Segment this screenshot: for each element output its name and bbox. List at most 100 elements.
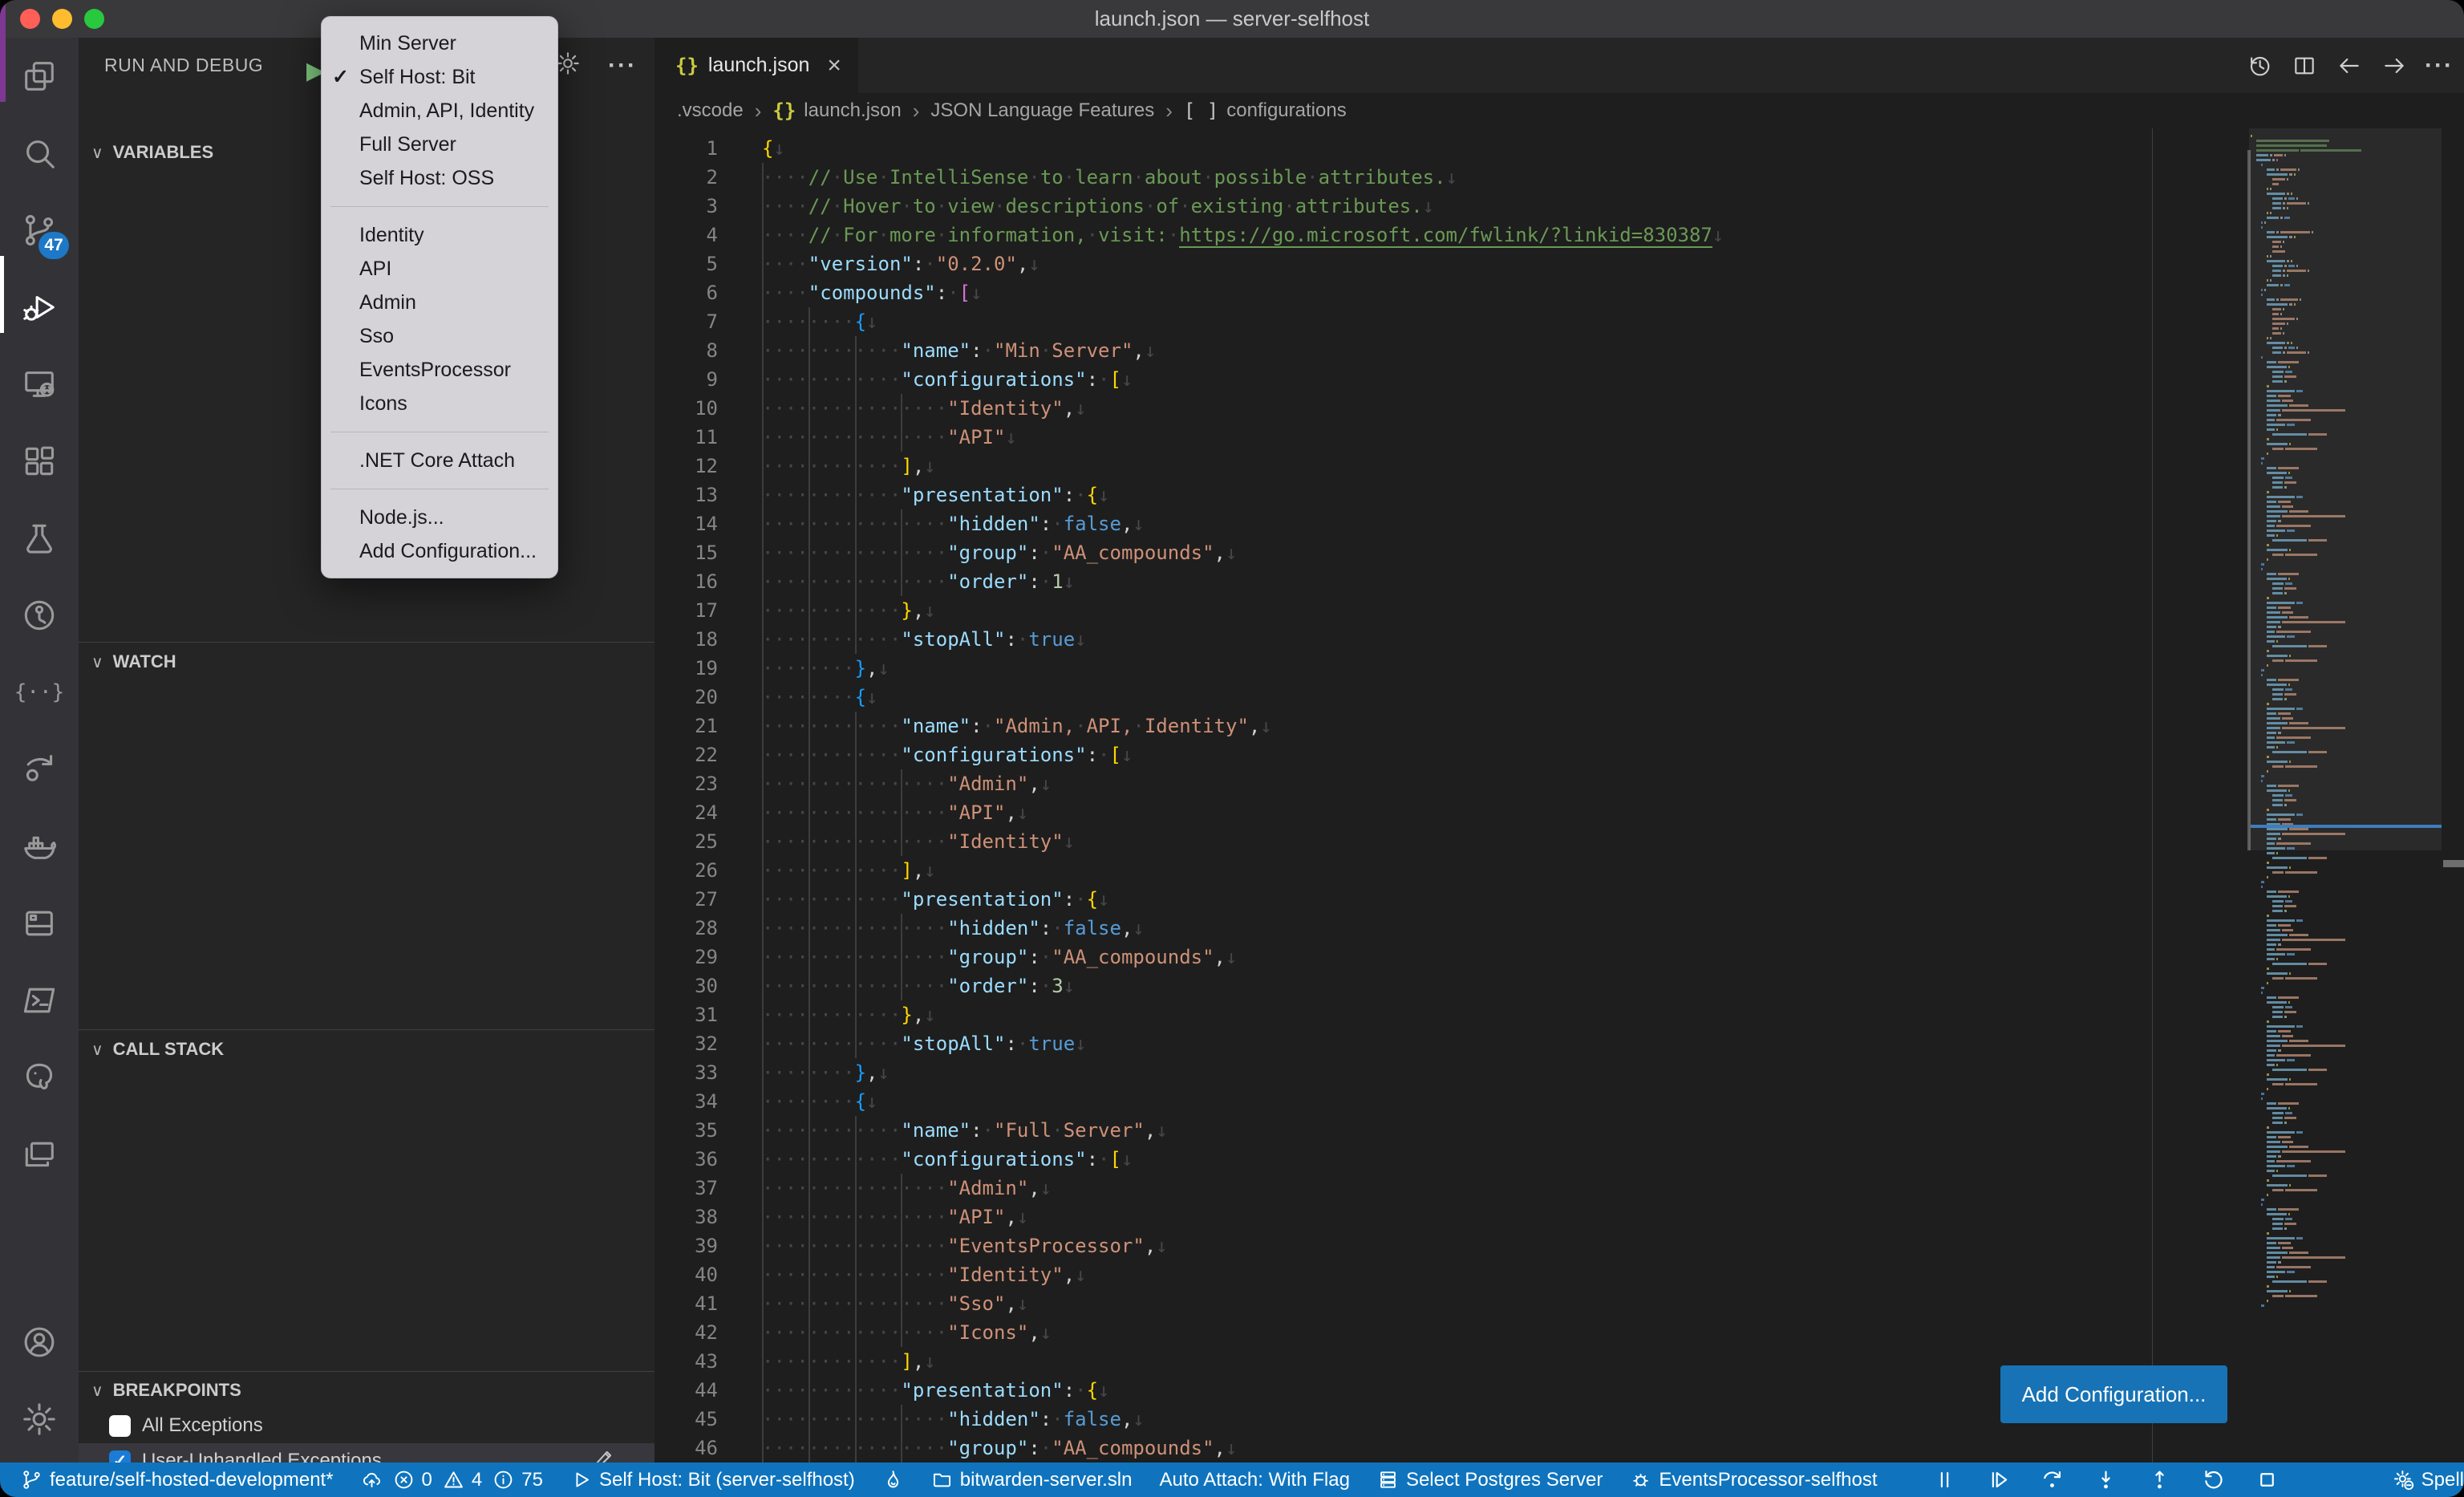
status-folder[interactable]: bitwarden-server.sln: [931, 1469, 1133, 1491]
watch-section-header[interactable]: ∨ WATCH: [79, 644, 654, 680]
history-icon[interactable]: [2246, 52, 2273, 79]
status-info[interactable]: 75: [492, 1469, 543, 1491]
search-icon[interactable]: [0, 115, 79, 192]
breadcrumb[interactable]: .vscode›{}launch.json›JSON Language Feat…: [654, 93, 2464, 128]
remote-explorer-icon[interactable]: [0, 346, 79, 423]
code-line[interactable]: 33········},↓: [654, 1058, 2251, 1087]
code-line[interactable]: 39················"EventsProcessor",↓: [654, 1231, 2251, 1260]
menu-item-admin-api-identity[interactable]: Admin, API, Identity: [322, 94, 557, 128]
tab-launch-json[interactable]: {} launch.json ×: [654, 38, 858, 93]
minimize-window-icon[interactable]: [52, 9, 72, 29]
code-line[interactable]: 14················"hidden":·false,↓: [654, 509, 2251, 538]
breadcrumb-item[interactable]: [ ]configurations: [1184, 99, 1347, 122]
code-line[interactable]: 17············},↓: [654, 596, 2251, 625]
menu-item-eventsprocessor[interactable]: EventsProcessor: [322, 353, 557, 387]
code-line[interactable]: 10················"Identity",↓: [654, 394, 2251, 423]
code-line[interactable]: 1{↓: [654, 134, 2251, 163]
code-editor[interactable]: 1{↓2····//·Use·IntelliSense·to·learn·abo…: [654, 128, 2251, 1463]
vertical-scrollbar[interactable]: [2442, 128, 2464, 1463]
code-line[interactable]: 35············"name":·"Full·Server",↓: [654, 1116, 2251, 1145]
menu-item-sso[interactable]: Sso: [322, 319, 557, 353]
menu-item-admin[interactable]: Admin: [322, 286, 557, 319]
menu-item-self-host-oss[interactable]: Self Host: OSS: [322, 161, 557, 195]
docker-icon[interactable]: [0, 808, 79, 885]
step-over-icon[interactable]: [2040, 1468, 2064, 1491]
zoom-window-icon[interactable]: [84, 9, 104, 29]
menu-item-node-js[interactable]: Node.js...: [322, 501, 557, 534]
window-panels-icon[interactable]: [0, 1116, 79, 1193]
menu-item-add-configuration[interactable]: Add Configuration...: [322, 534, 557, 568]
breadcrumb-item[interactable]: JSON Language Features: [930, 99, 1154, 122]
code-line[interactable]: 29················"group":·"AA_compounds…: [654, 943, 2251, 972]
status-warning[interactable]: 4: [443, 1469, 482, 1491]
menu-item-min-server[interactable]: Min Server: [322, 26, 557, 60]
terminal-icon[interactable]: [0, 962, 79, 1039]
code-line[interactable]: 2····//·Use·IntelliSense·to·learn·about·…: [654, 163, 2251, 192]
status-spell-checker[interactable]: Spell: [2393, 1469, 2464, 1491]
code-line[interactable]: 19········},↓: [654, 654, 2251, 683]
breakpoints-section-header[interactable]: ∨ BREAKPOINTS: [79, 1373, 654, 1408]
restart-icon[interactable]: [2202, 1468, 2225, 1491]
settings-gear-icon[interactable]: [0, 1381, 79, 1458]
go-back-icon[interactable]: [2336, 52, 2363, 79]
menu-item-api[interactable]: API: [322, 252, 557, 286]
code-line[interactable]: 21············"name":·"Admin,·API,·Ident…: [654, 712, 2251, 740]
code-line[interactable]: 15················"group":·"AA_compounds…: [654, 538, 2251, 567]
breadcrumb-item[interactable]: .vscode: [677, 99, 744, 122]
status-cloud-upload[interactable]: [361, 1469, 383, 1491]
explorer-icon[interactable]: [0, 38, 79, 115]
database-icon[interactable]: [0, 885, 79, 962]
close-window-icon[interactable]: [20, 9, 40, 29]
step-out-icon[interactable]: [2148, 1468, 2171, 1491]
checkbox-unchecked[interactable]: [109, 1415, 131, 1437]
code-line[interactable]: 12············],↓: [654, 452, 2251, 481]
code-line[interactable]: 16················"order":·1↓: [654, 567, 2251, 596]
menu-item-full-server[interactable]: Full Server: [322, 128, 557, 161]
continue-icon[interactable]: [1987, 1468, 2010, 1491]
status-git-branch[interactable]: feature/self-hosted-development*: [21, 1469, 334, 1491]
status-error[interactable]: 0: [393, 1469, 432, 1491]
code-line[interactable]: 26············],↓: [654, 856, 2251, 885]
code-line[interactable]: 30················"order":·3↓: [654, 972, 2251, 1000]
code-line[interactable]: 28················"hidden":·false,↓: [654, 914, 2251, 943]
postgresql-icon[interactable]: [0, 1039, 79, 1116]
pause-icon[interactable]: [1933, 1468, 1956, 1491]
status-server[interactable]: Select Postgres Server: [1377, 1469, 1603, 1491]
breadcrumb-item[interactable]: {}launch.json: [772, 99, 901, 122]
code-line[interactable]: 40················"Identity",↓: [654, 1260, 2251, 1289]
status-debug-start[interactable]: Self Host: Bit (server-selfhost): [570, 1469, 855, 1491]
code-line[interactable]: 42················"Icons",↓: [654, 1318, 2251, 1347]
menu-item-icons[interactable]: Icons: [322, 387, 557, 420]
debug-settings-gear-icon[interactable]: [555, 51, 581, 80]
menu-item-self-host-bit[interactable]: ✓Self Host: Bit: [322, 60, 557, 94]
run-and-debug-icon[interactable]: [0, 269, 79, 346]
code-line[interactable]: 37················"Admin",↓: [654, 1174, 2251, 1203]
more-actions-icon[interactable]: ···: [2426, 52, 2453, 79]
code-line[interactable]: 46················"group":·"AA_compounds…: [654, 1434, 2251, 1463]
call-stack-section-header[interactable]: ∨ CALL STACK: [79, 1032, 654, 1067]
status-flame[interactable]: [882, 1469, 904, 1491]
code-line[interactable]: 25················"Identity"↓: [654, 827, 2251, 856]
code-line[interactable]: 27············"presentation":·{↓: [654, 885, 2251, 914]
go-forward-icon[interactable]: [2381, 52, 2408, 79]
code-line[interactable]: 8············"name":·"Min·Server",↓: [654, 336, 2251, 365]
code-line[interactable]: 11················"API"↓: [654, 423, 2251, 452]
code-line[interactable]: 6····"compounds":·[↓: [654, 278, 2251, 307]
code-line[interactable]: 41················"Sso",↓: [654, 1289, 2251, 1318]
code-line[interactable]: 18············"stopAll":·true↓: [654, 625, 2251, 654]
split-editor-icon[interactable]: [2291, 52, 2318, 79]
source-control-icon[interactable]: 47: [0, 192, 79, 269]
code-line[interactable]: 24················"API",↓: [654, 798, 2251, 827]
status-auto-attach-with-flag[interactable]: Auto Attach: With Flag: [1159, 1469, 1349, 1491]
step-into-icon[interactable]: [2094, 1468, 2118, 1491]
code-line[interactable]: 31············},↓: [654, 1000, 2251, 1029]
code-line[interactable]: 38················"API",↓: [654, 1203, 2251, 1231]
live-share-icon[interactable]: [0, 731, 79, 808]
code-line[interactable]: 32············"stopAll":·true↓: [654, 1029, 2251, 1058]
code-line[interactable]: 3····//·Hover·to·view·descriptions·of·ex…: [654, 192, 2251, 221]
views-more-actions-icon[interactable]: ···: [608, 52, 637, 79]
minimap[interactable]: [2251, 128, 2442, 1463]
code-line[interactable]: 7········{↓: [654, 307, 2251, 336]
code-line[interactable]: 34········{↓: [654, 1087, 2251, 1116]
menu-item-net-core-attach[interactable]: .NET Core Attach: [322, 444, 557, 477]
